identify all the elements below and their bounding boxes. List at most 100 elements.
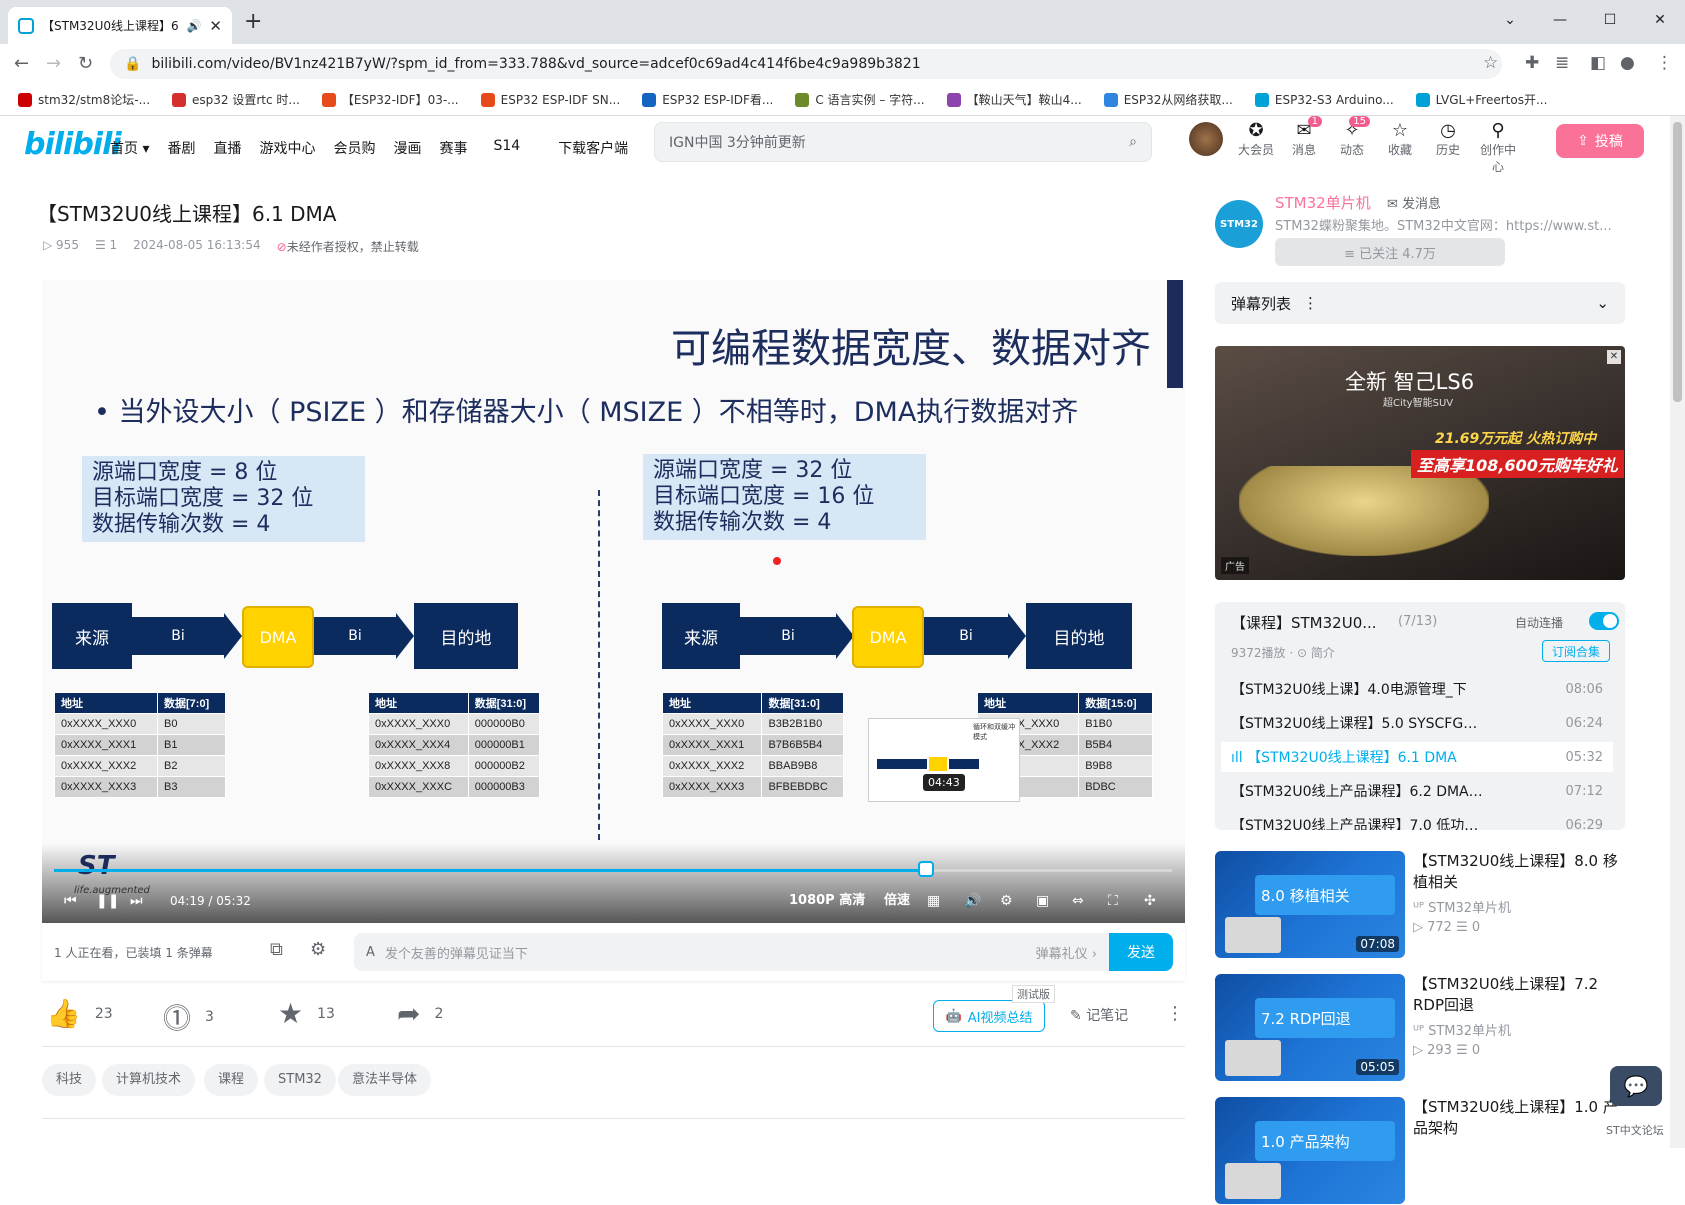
ai-summary-button[interactable]: 🤖 AI视频总结 [933, 1000, 1045, 1032]
video-tag[interactable]: 课程 [204, 1064, 259, 1096]
nav-item[interactable]: 下载客户端 [558, 138, 628, 158]
playlist-item[interactable]: 【STM32U0线上课程】5.0 SYSCFG… 06:24 [1221, 708, 1613, 738]
danmaku-toggle-icon[interactable]: ▦ [927, 888, 940, 914]
widescreen-icon[interactable]: ⇔ [1072, 888, 1084, 914]
web-fullscreen-icon[interactable]: ⛶ [1108, 888, 1118, 914]
pause-icon[interactable]: ❚❚ [96, 888, 119, 914]
prev-icon[interactable]: ⏮ [64, 888, 77, 914]
settings-icon[interactable]: ⚙ [1000, 888, 1013, 914]
uploader-name[interactable]: STM32单片机 [1275, 192, 1371, 213]
user-avatar[interactable] [1189, 122, 1223, 156]
video-owner[interactable]: ᵁᴾ STM32单片机 [1413, 897, 1511, 916]
nav-item[interactable]: 赛事 [439, 138, 467, 158]
new-tab-button[interactable]: + [244, 9, 262, 34]
video-tag[interactable]: 科技 [42, 1064, 97, 1096]
bookmark-item[interactable]: 【鞍山天气】鞍山4... [946, 91, 1082, 108]
video-thumbnail[interactable]: 7.2 RDP回退 05:05 [1215, 974, 1405, 1081]
scrollbar-thumb[interactable] [1673, 122, 1682, 402]
forum-chat-icon[interactable]: 💬 [1610, 1066, 1662, 1106]
danmaku-list-menu-icon[interactable]: ⋮ [1291, 294, 1596, 312]
header-icon-item[interactable]: ◷ 历史 [1426, 120, 1470, 158]
playlist-item[interactable]: 【STM32U0线上课】4.0电源管理_下 08:06 [1221, 674, 1613, 704]
nav-item[interactable]: 会员购 [333, 138, 375, 158]
bookmark-item[interactable]: C 语言实例 – 字符... [795, 91, 925, 108]
lock-icon[interactable]: 🔒 [124, 56, 141, 72]
bookmark-item[interactable]: ESP32从网络获取... [1103, 91, 1233, 108]
video-title-link[interactable]: 【STM32U0线上课程】8.0 移植相关 [1413, 851, 1623, 893]
uploader-avatar[interactable]: STM32 [1215, 200, 1263, 248]
video-tag[interactable]: STM32 [264, 1064, 336, 1096]
profile-icon[interactable]: ● [1620, 53, 1635, 73]
subscribe-collection-button[interactable]: 订阅合集 [1542, 640, 1610, 662]
playlist-item[interactable]: 【STM32U0线上产品课程】7.0 低功… 06:29 [1221, 810, 1613, 831]
reading-list-icon[interactable]: ≣ [1555, 53, 1569, 73]
danmaku-list-header[interactable]: 弹幕列表 ⋮ ⌄ [1215, 282, 1625, 324]
message-button[interactable]: ✉ 发消息 [1387, 193, 1441, 212]
chevron-down-icon[interactable]: ⌄ [1596, 294, 1609, 312]
reload-icon[interactable]: ↻ [78, 53, 93, 74]
share-button[interactable]: ➦ 2 [397, 997, 443, 1030]
recommended-video[interactable]: 1.0 产品架构 【STM32U0线上课程】1.0 产品架构 [1215, 1097, 1625, 1205]
bookmark-item[interactable]: esp32 设置rtc 时... [172, 91, 300, 108]
next-icon[interactable]: ⏭ [130, 888, 143, 914]
tab-search-icon[interactable]: ⌄ [1485, 0, 1535, 40]
forum-label[interactable]: ST中文论坛 [1606, 1122, 1664, 1138]
bookmark-item[interactable]: ESP32-S3 Arduino... [1254, 92, 1394, 107]
url-field[interactable]: 🔒 bilibili.com/video/BV1nz421B7yW/?spm_i… [110, 49, 1502, 79]
maximize-button[interactable]: ☐ [1585, 0, 1635, 40]
upload-button[interactable]: ⇪ 投稿 [1556, 124, 1644, 158]
nav-item[interactable]: 首页 ▾ [110, 138, 149, 158]
bilibili-logo[interactable]: bilibili [24, 127, 122, 162]
browser-tab[interactable]: 【STM32U0线上课程】6 🔊 ✕ [8, 7, 232, 44]
text-format-icon[interactable]: A [366, 945, 375, 960]
quality-button[interactable]: 1080P 高清 [789, 888, 865, 914]
bookmark-item[interactable]: ESP32 ESP-IDF看... [642, 91, 773, 108]
bookmark-item[interactable]: stm32/stm8论坛-... [18, 91, 150, 108]
favorite-button[interactable]: ★ 13 [278, 997, 335, 1030]
playlist-item[interactable]: 【STM32U0线上产品课程】6.2 DMA… 07:12 [1221, 776, 1613, 806]
bookmark-item[interactable]: 【ESP32-IDF】03-... [321, 91, 459, 108]
volume-icon[interactable]: 🔊 [964, 888, 981, 914]
side-panel-icon[interactable]: ◧ [1590, 53, 1606, 73]
recommended-video[interactable]: 8.0 移植相关 07:08 【STM32U0线上课程】8.0 移植相关 ᵁᴾ STM… [1215, 851, 1625, 959]
minimize-button[interactable]: — [1535, 0, 1585, 40]
progress-bar[interactable] [54, 861, 1172, 877]
header-icon-item[interactable]: ⚲ 创作中心 [1476, 120, 1520, 175]
coin-button[interactable]: ⓵3 [163, 997, 214, 1037]
close-tab-icon[interactable]: ✕ [209, 17, 222, 35]
ad-banner[interactable]: 全新 智己LS6 超City智能SUV 21.69万元起 火热订购中 至高享10… [1215, 346, 1625, 580]
bookmark-item[interactable]: ESP32 ESP-IDF SN... [480, 92, 620, 107]
search-input[interactable]: IGN中国 3分钟前更新 [669, 132, 1129, 152]
search-icon[interactable]: ⌕ [1129, 134, 1137, 150]
like-button[interactable]: 👍 23 [46, 997, 113, 1030]
audio-icon[interactable]: 🔊 [186, 19, 201, 33]
nav-item[interactable]: S14 [493, 138, 520, 158]
header-icon-item[interactable]: ☆ 收藏 [1378, 120, 1422, 158]
danmaku-etiquette-link[interactable]: 弹幕礼仪 › [1036, 943, 1097, 962]
progress-knob[interactable] [918, 861, 935, 877]
recommended-video[interactable]: 7.2 RDP回退 05:05 【STM32U0线上课程】7.2 RDP回退 ᵁᴾ S… [1215, 974, 1625, 1082]
nav-item[interactable]: 漫画 [393, 138, 421, 158]
video-thumbnail[interactable]: 8.0 移植相关 07:08 [1215, 851, 1405, 958]
notes-button[interactable]: ✎ 记笔记 [1070, 1005, 1128, 1025]
header-icon-item[interactable]: ✧ 动态 15 [1330, 116, 1374, 158]
video-tag[interactable]: 意法半导体 [338, 1064, 432, 1096]
search-box[interactable]: IGN中国 3分钟前更新 ⌕ [654, 122, 1152, 162]
danmaku-input[interactable]: A 发个友善的弹幕见证当下 弹幕礼仪 › [354, 933, 1109, 971]
video-title-link[interactable]: 【STM32U0线上课程】7.2 RDP回退 [1413, 974, 1623, 1016]
extensions-icon[interactable]: ✚ [1525, 53, 1539, 73]
fullscreen-icon[interactable]: ✣ [1144, 888, 1156, 914]
nav-item[interactable]: 游戏中心 [259, 138, 315, 158]
playlist-title[interactable]: 【课程】STM32U0... [1231, 612, 1377, 633]
autoplay-toggle[interactable] [1589, 612, 1619, 630]
video-owner[interactable]: ᵁᴾ STM32单片机 [1413, 1020, 1511, 1039]
close-ad-icon[interactable]: ✕ [1607, 350, 1621, 364]
more-icon[interactable]: ⋮ [1166, 1003, 1184, 1024]
speed-button[interactable]: 倍速 [884, 888, 910, 914]
bookmark-item[interactable]: LVGL+Freertos开... [1415, 91, 1547, 108]
back-icon[interactable]: ← [14, 53, 29, 74]
nav-item[interactable]: 直播 [213, 138, 241, 158]
header-icon-item[interactable]: ✪ 大会员 [1234, 120, 1278, 158]
danmaku-settings-icon[interactable]: ⚙ [310, 939, 326, 960]
video-player[interactable]: 可编程数据宽度、数据对齐 • 当外设大小（ PSIZE ）和存储器大小（ MSI… [42, 280, 1185, 923]
